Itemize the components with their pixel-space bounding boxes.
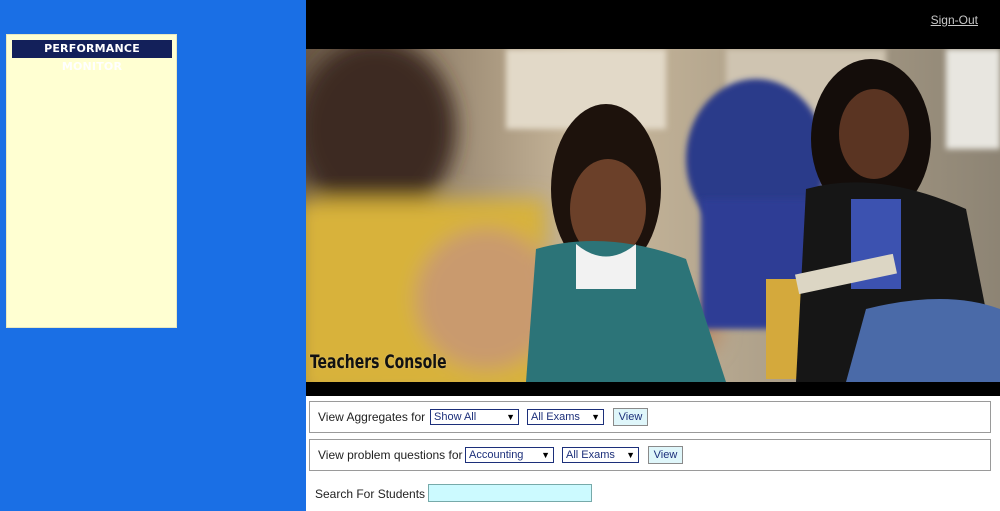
performance-monitor-title: PERFORMANCE MONITOR [12,40,172,73]
dropdown-arrow-icon: ▼ [506,412,515,422]
aggregates-exam-value: All Exams [531,411,580,423]
hero-photo [306,49,1000,382]
dropdown-arrow-icon: ▼ [591,412,600,422]
aggregates-exam-select[interactable]: All Exams ▼ [527,409,604,425]
dropdown-arrow-icon: ▼ [541,450,550,460]
aggregates-scope-value: Show All [434,411,477,423]
hero-bottom-bar [306,382,1000,396]
aggregates-scope-select[interactable]: Show All ▼ [430,409,519,425]
problem-subject-value: Accounting [469,449,524,461]
search-students-input[interactable] [428,484,592,502]
problem-questions-row: View problem questions for Accounting ▼ … [309,439,991,471]
problem-exam-select[interactable]: All Exams ▼ [562,447,639,463]
teachers-console-title: Teachers Console [310,351,447,373]
aggregates-label: View Aggregates for [318,410,426,424]
problem-subject-select[interactable]: Accounting ▼ [465,447,554,463]
aggregates-view-button[interactable]: View [613,408,648,426]
hero-banner: Teachers Console [306,49,1000,382]
problem-view-button[interactable]: View [648,446,683,464]
problem-exam-value: All Exams [566,449,615,461]
signout-link[interactable]: Sign-Out [931,13,978,27]
top-bar: Sign-Out [306,0,1000,49]
performance-monitor-panel: PERFORMANCE MONITOR [6,34,177,328]
main-content: Sign-Out Teachers Console View Aggregate… [306,0,1000,511]
aggregates-row: View Aggregates for Show All ▼ All Exams… [309,401,991,433]
search-students-label: Search For Students [315,487,426,501]
dropdown-arrow-icon: ▼ [626,450,635,460]
problem-questions-label: View problem questions for [318,448,463,462]
